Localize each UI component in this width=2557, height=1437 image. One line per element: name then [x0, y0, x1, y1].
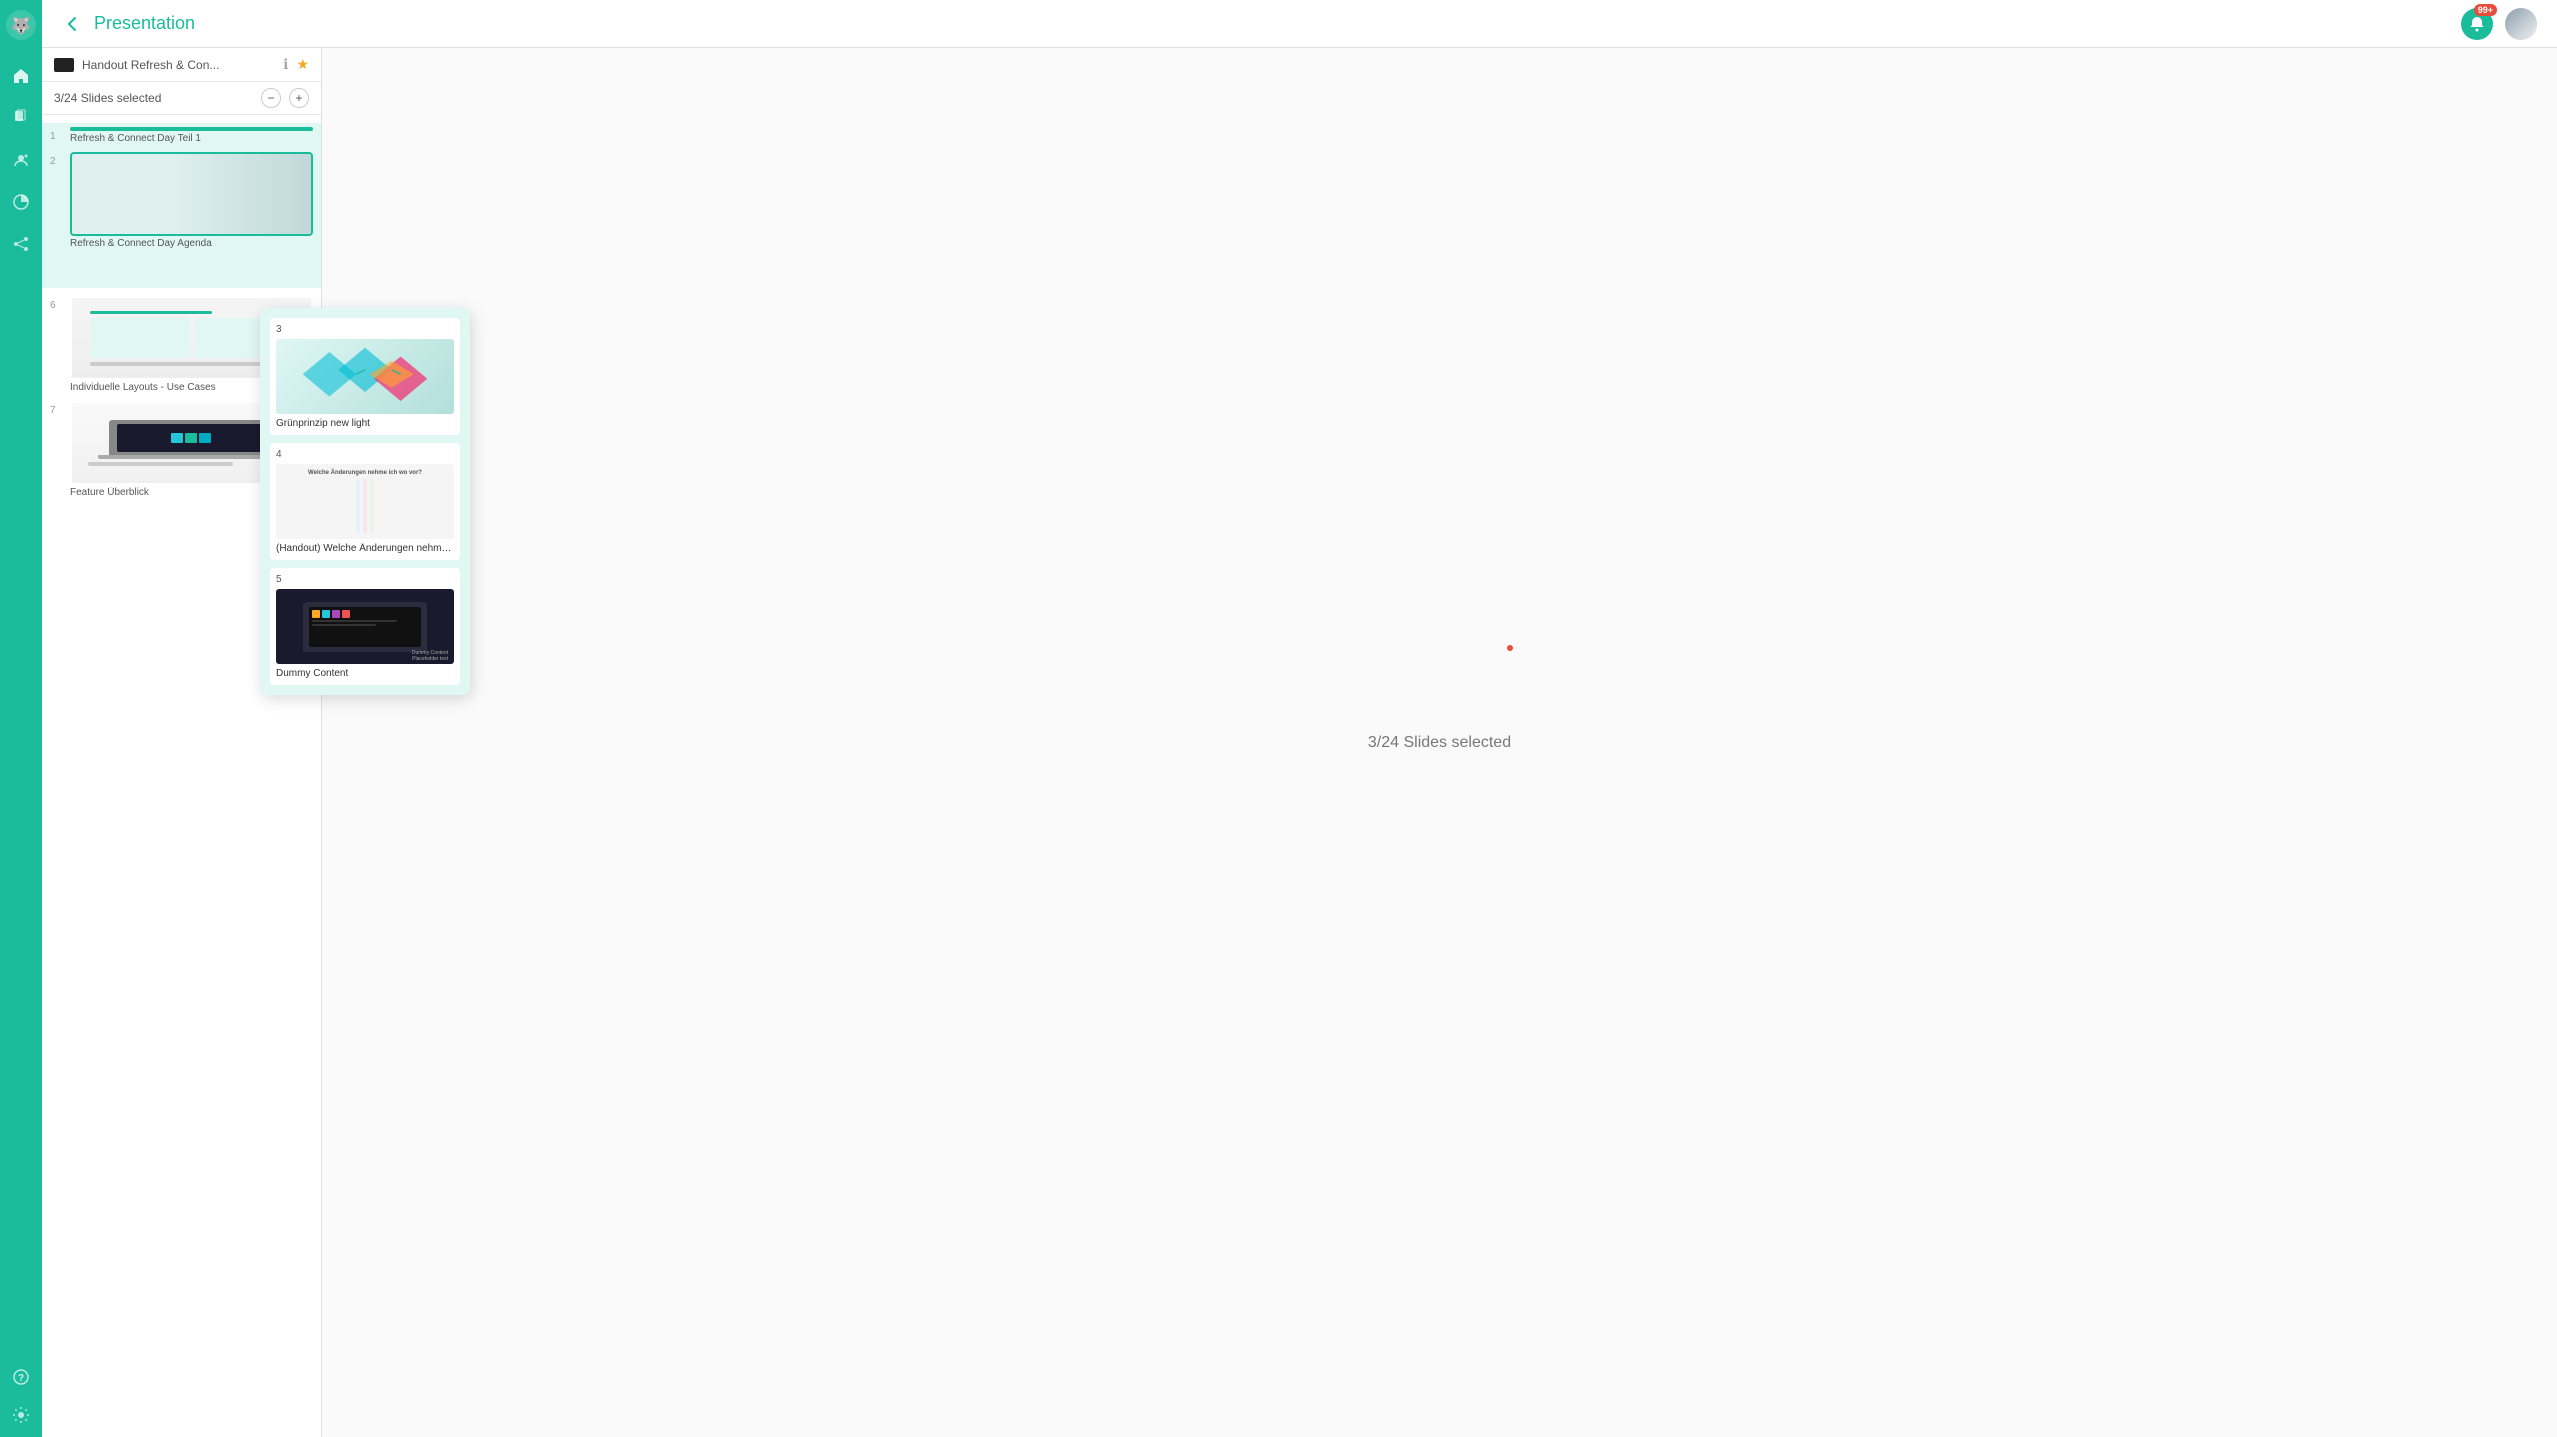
- svg-text:?: ?: [18, 1373, 24, 1384]
- popup-slide-5[interactable]: 5: [270, 568, 460, 685]
- slide-item-2[interactable]: 2 Refresh & Connect Day Agenda: [42, 148, 321, 288]
- header-right: 99+: [2461, 8, 2537, 40]
- svg-text:🐺: 🐺: [11, 16, 31, 35]
- sidebar-item-analytics[interactable]: [9, 190, 33, 214]
- plus-button[interactable]: +: [289, 88, 309, 108]
- logo-icon[interactable]: 🐺: [6, 10, 36, 40]
- sidebar-item-contacts[interactable]: [9, 148, 33, 172]
- info-icon[interactable]: ℹ: [283, 56, 288, 73]
- presentation-name: Handout Refresh & Con...: [82, 58, 275, 72]
- main-container: Presentation 99+ Handout Refresh & Con..…: [42, 0, 2557, 1437]
- content-area: Handout Refresh & Con... ℹ ★ 3/24 Slides…: [42, 48, 2557, 1437]
- popup-slide-thumb-3: [276, 339, 454, 414]
- popup-slide-label-5: Dummy Content: [276, 668, 454, 679]
- star-icon[interactable]: ★: [296, 56, 309, 73]
- sidebar-nav: 🐺: [0, 0, 42, 1437]
- popup-slide-3[interactable]: 3 Grünprinzip new light: [270, 318, 460, 435]
- slide-label-1: Refresh & Connect Day Teil 1: [70, 133, 313, 144]
- canvas-area: 3/24 Slides selected: [322, 48, 2557, 1437]
- slide-thumb-1: Refresh & Connect Day: [70, 127, 313, 131]
- avatar-image: [2505, 8, 2537, 40]
- slides-count-text: 3/24 Slides selected: [54, 91, 253, 105]
- back-button[interactable]: [62, 14, 82, 34]
- slide-item-1[interactable]: 1 Refresh & Connect Day: [42, 123, 321, 148]
- floating-slide-popup: 3 Grünprinzip new light: [260, 308, 470, 695]
- slide-num-7: 7: [50, 405, 64, 416]
- popup-slide-thumb-5: Dummy ContentPlaceholder text: [276, 589, 454, 664]
- settings-icon[interactable]: [9, 1403, 33, 1427]
- sidebar-item-share[interactable]: [9, 232, 33, 256]
- sidebar-bottom: ?: [9, 1365, 33, 1427]
- notification-badge: 99+: [2474, 4, 2497, 16]
- minus-button[interactable]: −: [261, 88, 281, 108]
- avatar[interactable]: [2505, 8, 2537, 40]
- popup-slide-num-5: 5: [276, 574, 454, 585]
- help-icon[interactable]: ?: [9, 1365, 33, 1389]
- header: Presentation 99+: [42, 0, 2557, 48]
- slide-num-2: 2: [50, 156, 64, 167]
- slide-preview-2: [72, 154, 311, 234]
- canvas-dot: [1507, 645, 1513, 651]
- slides-panel-header: Handout Refresh & Con... ℹ ★: [42, 48, 321, 82]
- popup-slide-num-3: 3: [276, 324, 454, 335]
- presentation-thumbnail: [54, 58, 74, 72]
- sidebar-item-files[interactable]: [9, 106, 33, 130]
- popup-slide-thumb-4: Welche Änderungen nehme ich wo vor?: [276, 464, 454, 539]
- notification-button[interactable]: 99+: [2461, 8, 2493, 40]
- popup-slide-4[interactable]: 4 Welche Änderungen nehme ich wo vor?: [270, 443, 460, 560]
- slides-count-bar: 3/24 Slides selected − +: [42, 82, 321, 115]
- slide-thumb-2: [70, 152, 313, 236]
- popup-slide-label-3: Grünprinzip new light: [276, 418, 454, 429]
- canvas-status: 3/24 Slides selected: [1368, 734, 1511, 752]
- page-title: Presentation: [94, 13, 195, 34]
- slides-panel: Handout Refresh & Con... ℹ ★ 3/24 Slides…: [42, 48, 322, 1437]
- slide-num-1: 1: [50, 131, 64, 142]
- slide-num-6: 6: [50, 300, 64, 311]
- slide-label-2: Refresh & Connect Day Agenda: [70, 238, 313, 249]
- sidebar-item-home[interactable]: [9, 64, 33, 88]
- popup-slide-label-4: (Handout) Welche Änderungen nehme i...: [276, 543, 454, 554]
- popup-slide-num-4: 4: [276, 449, 454, 460]
